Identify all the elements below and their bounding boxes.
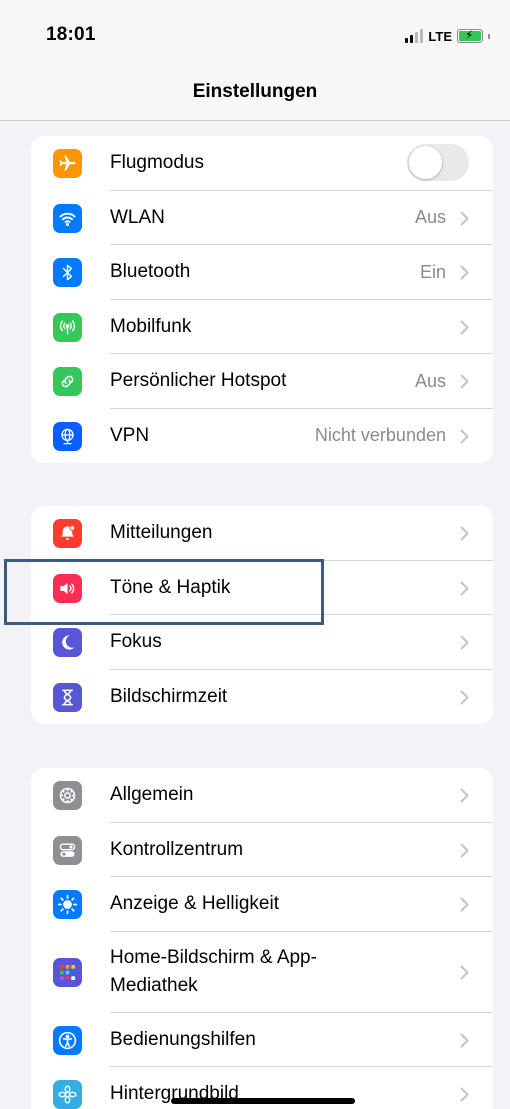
moon-icon	[53, 628, 82, 658]
chevron-right-icon	[460, 897, 469, 912]
settings-row-label: Bedienungshilfen	[110, 1028, 256, 1050]
settings-group-general: Allgemein Kontrollzentrum Anzeige & Hell…	[31, 768, 493, 1109]
settings-group-connectivity: Flugmodus WLAN Aus Bluetooth Ein Mobilfu…	[31, 136, 493, 463]
hotspot-status-value: Aus	[414, 370, 446, 391]
chevron-right-icon	[460, 843, 469, 858]
chevron-right-icon	[460, 320, 469, 335]
settings-row-mitteilungen[interactable]: Mitteilungen	[31, 506, 493, 561]
cellular-signal-icon	[405, 29, 424, 43]
settings-row-label: WLAN	[110, 206, 165, 228]
switches-icon	[53, 835, 82, 865]
settings-row-label: Allgemein	[110, 784, 194, 806]
chevron-right-icon	[460, 211, 469, 226]
vpn-status-value: Nicht verbunden	[314, 425, 446, 446]
airplane-icon	[53, 149, 82, 179]
chevron-right-icon	[460, 374, 469, 389]
settings-row-label: Flugmodus	[110, 152, 204, 174]
wifi-icon	[53, 203, 82, 233]
settings-row-flugmodus[interactable]: Flugmodus	[31, 136, 493, 191]
app-grid-icon	[53, 958, 82, 987]
hotspot-link-icon	[53, 367, 82, 397]
status-bar: 18:01 LTE ⚡	[0, 0, 510, 70]
chevron-right-icon	[460, 429, 469, 444]
bluetooth-icon	[53, 258, 82, 288]
chevron-right-icon	[460, 1087, 469, 1102]
chevron-right-icon	[460, 965, 469, 980]
chevron-right-icon	[460, 788, 469, 803]
settings-row-label: Fokus	[110, 631, 162, 653]
antenna-icon	[53, 312, 82, 342]
navigation-bar: Einstellungen	[0, 70, 510, 121]
bluetooth-status-value: Ein	[419, 261, 446, 282]
battery-charging-icon: ⚡	[457, 28, 483, 43]
status-time: 18:01	[46, 24, 96, 45]
settings-row-label: Mitteilungen	[110, 522, 213, 544]
settings-row-label: Persönlicher Hotspot	[110, 370, 287, 392]
highlight-annotation-box	[4, 559, 324, 625]
settings-row-bildschirmzeit[interactable]: Bildschirmzeit	[31, 670, 493, 725]
settings-row-label: Kontrollzentrum	[110, 838, 244, 860]
flugmodus-toggle[interactable]	[407, 144, 469, 182]
accessibility-icon	[53, 1025, 82, 1055]
hourglass-icon	[53, 682, 82, 712]
settings-row-mobilfunk[interactable]: Mobilfunk	[31, 300, 493, 354]
chevron-right-icon	[460, 635, 469, 650]
flower-icon	[53, 1080, 82, 1109]
chevron-right-icon	[460, 1033, 469, 1048]
settings-row-bluetooth[interactable]: Bluetooth Ein	[31, 245, 493, 300]
home-indicator[interactable]	[171, 1098, 355, 1104]
settings-row-label: Bluetooth	[110, 261, 191, 283]
settings-row-label: Home-Bildschirm & App-Mediathek	[110, 947, 317, 996]
sun-icon	[53, 890, 82, 920]
status-indicators: LTE ⚡	[405, 27, 490, 45]
chevron-right-icon	[460, 581, 469, 596]
globe-icon	[53, 421, 82, 451]
notification-bell-icon	[53, 519, 82, 549]
chevron-right-icon	[460, 690, 469, 705]
settings-row-anzeige-helligkeit[interactable]: Anzeige & Helligkeit	[31, 877, 493, 932]
settings-row-label: Hintergrundbild	[110, 1083, 239, 1105]
gear-icon	[53, 781, 82, 811]
settings-row-vpn[interactable]: VPN Nicht verbunden	[31, 409, 493, 464]
settings-row-hotspot[interactable]: Persönlicher Hotspot Aus	[31, 354, 493, 409]
settings-row-label: VPN	[110, 424, 150, 446]
settings-row-kontrollzentrum[interactable]: Kontrollzentrum	[31, 823, 493, 877]
settings-row-label: Mobilfunk	[110, 315, 192, 337]
settings-row-label: Anzeige & Helligkeit	[110, 893, 279, 915]
chevron-right-icon	[460, 526, 469, 541]
settings-row-home-bildschirm[interactable]: Home-Bildschirm & App-Mediathek	[31, 932, 493, 1013]
network-type: LTE	[428, 28, 452, 44]
settings-row-allgemein[interactable]: Allgemein	[31, 768, 493, 823]
wlan-status-value: Aus	[414, 207, 446, 228]
page-title: Einstellungen	[192, 81, 318, 102]
settings-row-wlan[interactable]: WLAN Aus	[31, 191, 493, 245]
settings-row-bedienungshilfen[interactable]: Bedienungshilfen	[31, 1013, 493, 1067]
chevron-right-icon	[460, 265, 469, 280]
settings-row-label: Bildschirmzeit	[110, 685, 228, 707]
